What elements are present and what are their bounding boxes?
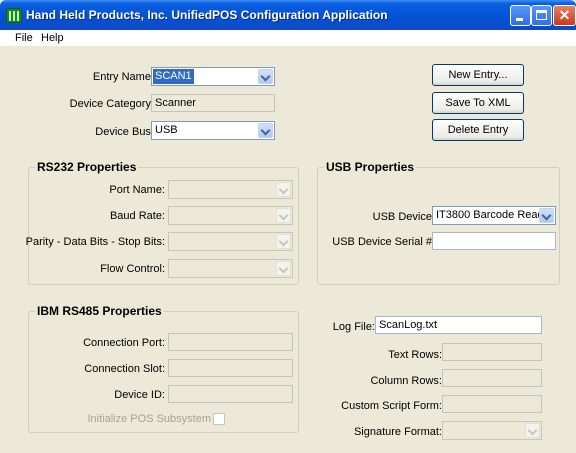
minimize-button[interactable] <box>510 5 531 26</box>
entry-name-combo[interactable]: SCAN1 <box>151 67 275 86</box>
usb-device-value: IT3800 Barcode Reader <box>436 209 554 221</box>
column-rows-label: Column Rows: <box>370 375 442 387</box>
device-id-field[interactable] <box>168 385 293 403</box>
port-name-combo[interactable] <box>168 180 293 199</box>
rs485-group-title: IBM RS485 Properties <box>35 304 164 318</box>
connection-slot-field[interactable] <box>168 359 293 377</box>
window-title: Hand Held Products, Inc. UnifiedPOS Conf… <box>26 8 388 22</box>
connection-port-label: Connection Port: <box>83 337 165 349</box>
rs232-properties-group: RS232 Properties Port Name: Baud Rate: P… <box>25 160 299 285</box>
chevron-down-icon[interactable] <box>276 182 291 197</box>
chevron-down-icon[interactable] <box>276 261 291 276</box>
log-file-input[interactable]: ScanLog.txt <box>375 316 542 334</box>
device-id-label: Device ID: <box>114 389 165 401</box>
parity-combo[interactable] <box>168 232 293 251</box>
baud-rate-label: Baud Rate: <box>109 210 165 222</box>
application-window: Hand Held Products, Inc. UnifiedPOS Conf… <box>0 0 576 453</box>
column-rows-field[interactable] <box>442 369 542 387</box>
signature-format-label: Signature Format: <box>353 426 442 438</box>
usb-device-label: USB Device: <box>372 211 435 223</box>
entry-name-value: SCAN1 <box>153 69 194 84</box>
delete-entry-button[interactable]: Delete Entry <box>432 119 524 141</box>
device-category-label: Device Category: <box>69 98 154 110</box>
close-icon: ✕ <box>558 7 571 23</box>
entry-name-label: Entry Name: <box>92 71 154 83</box>
chevron-down-icon[interactable] <box>539 208 554 223</box>
device-bus-label: Device Bus: <box>95 126 154 138</box>
main-panel: Entry Name: SCAN1 Device Category: Scann… <box>8 47 570 447</box>
initialize-pos-checkbox[interactable] <box>213 413 225 425</box>
connection-port-field[interactable] <box>168 333 293 351</box>
device-bus-value: USB <box>155 124 178 136</box>
usb-serial-input[interactable] <box>432 232 556 250</box>
chevron-down-icon[interactable] <box>258 123 273 138</box>
initialize-pos-label: Initialize POS Subsystem <box>87 413 212 425</box>
log-file-label: Log File: <box>332 321 375 333</box>
chevron-down-icon[interactable] <box>276 234 291 249</box>
text-rows-label: Text Rows: <box>388 349 442 361</box>
chevron-down-icon[interactable] <box>258 69 273 84</box>
chevron-down-icon[interactable] <box>276 208 291 223</box>
ibm-rs485-properties-group: IBM RS485 Properties Connection Port: Co… <box>28 304 299 433</box>
rs232-group-title: RS232 Properties <box>35 160 139 174</box>
menu-file[interactable]: File <box>15 32 33 44</box>
device-category-field: Scanner <box>151 94 275 112</box>
custom-script-form-field[interactable] <box>442 395 542 413</box>
parity-label: Parity - Data Bits - Stop Bits: <box>25 236 165 248</box>
save-to-xml-button[interactable]: Save To XML <box>432 92 524 114</box>
device-bus-combo[interactable]: USB <box>151 121 275 140</box>
usb-group-title: USB Properties <box>324 160 417 174</box>
close-button[interactable]: ✕ <box>553 5 576 26</box>
signature-format-combo[interactable] <box>442 421 542 440</box>
menu-bar: File Help <box>0 30 576 46</box>
usb-serial-label: USB Device Serial #: <box>332 236 435 248</box>
title-bar[interactable]: Hand Held Products, Inc. UnifiedPOS Conf… <box>0 0 576 30</box>
flow-control-label: Flow Control: <box>100 263 165 275</box>
maximize-button[interactable] <box>531 5 552 26</box>
custom-script-form-label: Custom Script Form: <box>341 400 442 412</box>
usb-device-combo[interactable]: IT3800 Barcode Reader <box>432 206 556 225</box>
baud-rate-combo[interactable] <box>168 206 293 225</box>
port-name-label: Port Name: <box>109 184 165 196</box>
new-entry-button[interactable]: New Entry... <box>432 64 524 86</box>
text-rows-field[interactable] <box>442 343 542 361</box>
app-icon <box>6 8 22 23</box>
flow-control-combo[interactable] <box>168 259 293 278</box>
menu-help[interactable]: Help <box>41 32 64 44</box>
chevron-down-icon[interactable] <box>525 423 540 438</box>
usb-properties-group: USB Properties USB Device: IT3800 Barcod… <box>317 160 560 285</box>
connection-slot-label: Connection Slot: <box>84 363 165 375</box>
